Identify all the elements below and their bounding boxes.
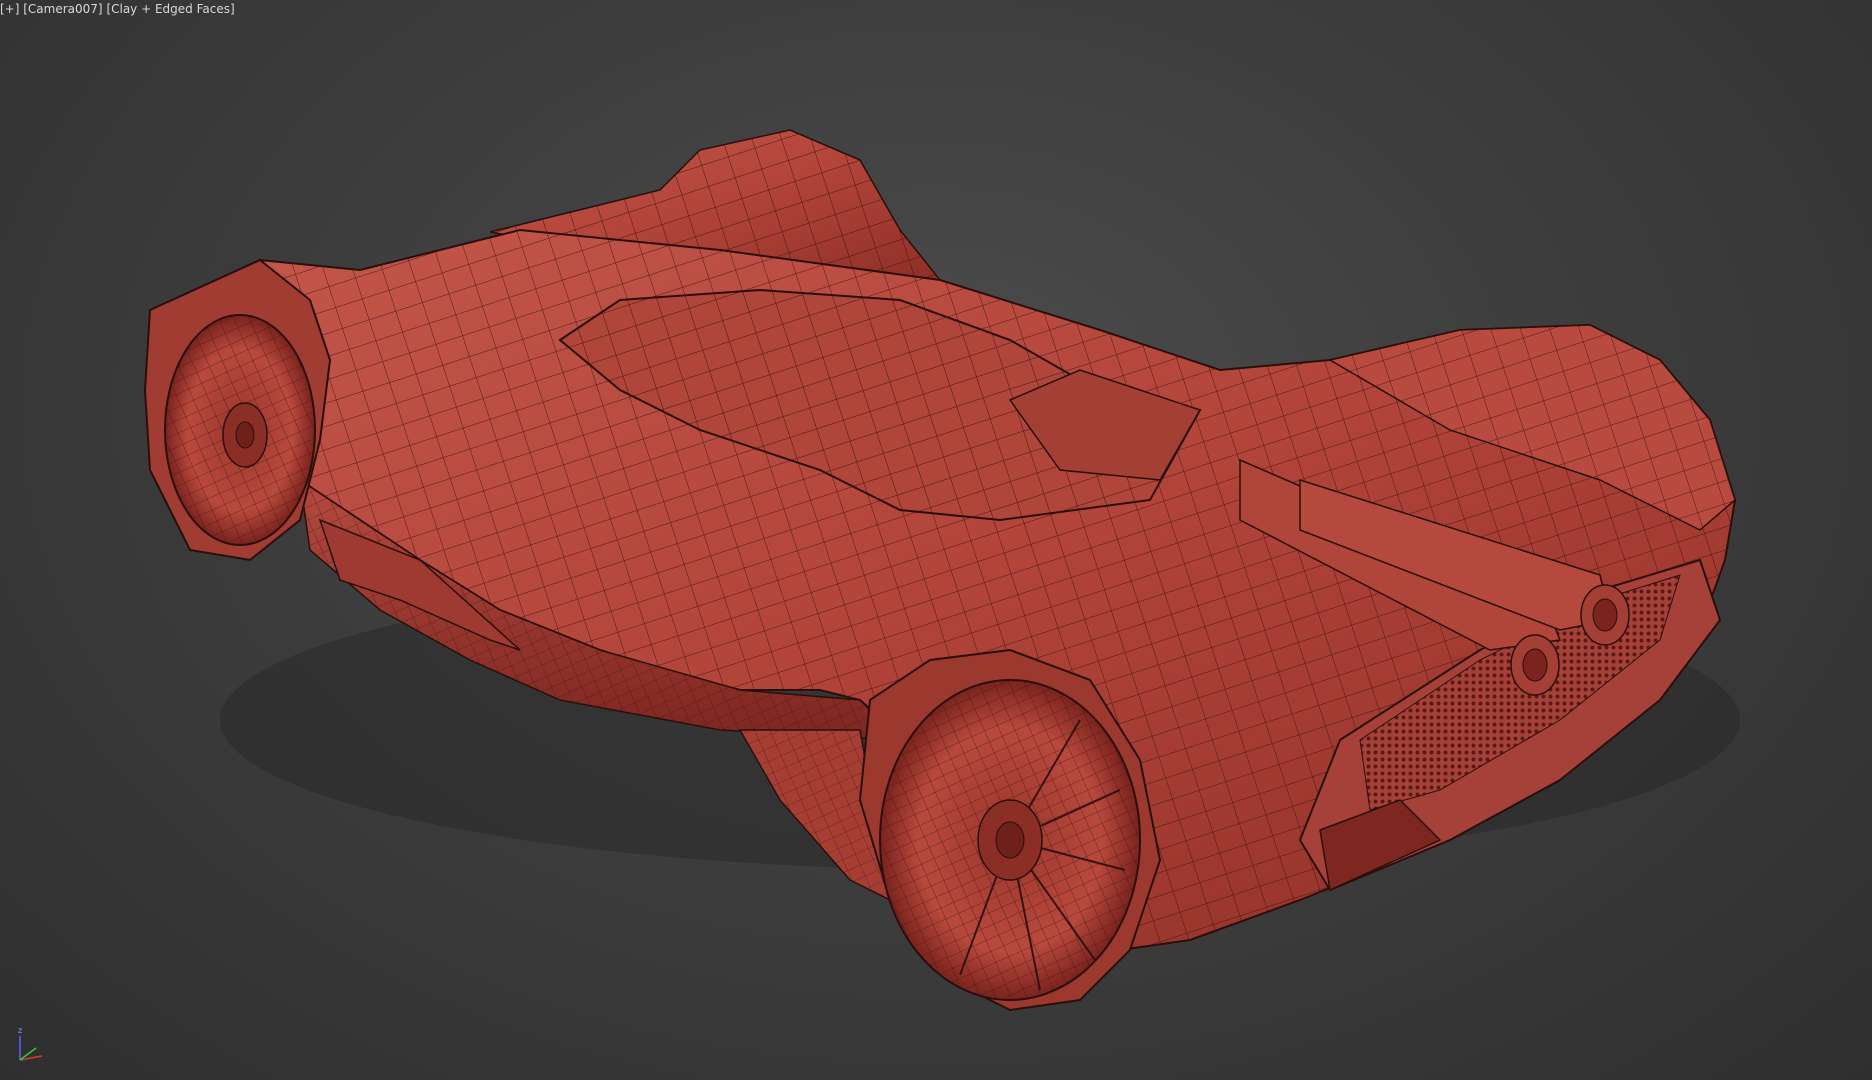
viewport-general-menu[interactable]: [+]	[0, 2, 19, 16]
viewport-label-menu[interactable]: [+] [Camera007] [Clay + Edged Faces]	[0, 1, 235, 17]
3d-viewport[interactable]: [+] [Camera007] [Clay + Edged Faces] z	[0, 0, 1872, 1080]
axis-tripod-icon: z	[14, 1024, 54, 1066]
rear-left-wheel	[143, 258, 332, 562]
car-model-render[interactable]	[0, 0, 1872, 1080]
gizmo-z-label: z	[18, 1026, 22, 1035]
viewport-camera-menu[interactable]: [Camera007]	[23, 2, 102, 16]
viewport-shading-menu[interactable]: [Clay + Edged Faces]	[106, 2, 234, 16]
